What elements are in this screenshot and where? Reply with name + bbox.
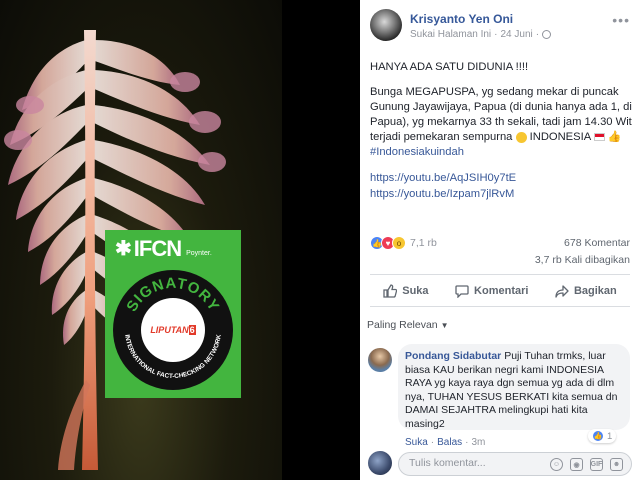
reactions-summary[interactable]: 👍 ♥ o 7,1 rb <box>370 236 437 250</box>
post-links: https://youtu.be/AqJSIH0y7tE https://you… <box>370 170 516 202</box>
share-button[interactable]: Bagikan <box>555 284 617 298</box>
current-user-avatar <box>368 451 392 475</box>
thumbs-up-emoji-icon: 👍 <box>607 131 622 143</box>
post-photo[interactable]: ✱ IFCN Poynter. SIGNATORY INTERNATIONAL … <box>0 0 282 480</box>
ifcn-star-icon: ✱ <box>115 238 132 260</box>
gif-icon[interactable]: GIF <box>590 458 603 471</box>
commenter-name[interactable]: Pondang Sidabutar <box>405 350 501 362</box>
reactions-count: 7,1 rb <box>410 237 437 249</box>
indonesia-flag-icon <box>593 133 605 142</box>
signatory-ring: SIGNATORY INTERNATIONAL FACT-CHECKING NE… <box>113 270 233 390</box>
like-icon <box>383 284 398 298</box>
divider <box>370 274 630 275</box>
comments-count[interactable]: 678 Komentar <box>564 237 630 249</box>
comment-like-link[interactable]: Suka <box>405 437 428 448</box>
post-date[interactable]: 24 Juni <box>501 29 533 40</box>
emoji-icon[interactable]: ☺ <box>550 458 563 471</box>
comment-reply-link[interactable]: Balas <box>437 437 462 448</box>
sticker-icon[interactable]: ☻ <box>610 458 623 471</box>
caret-down-icon: ▼ <box>440 321 449 330</box>
author-avatar[interactable] <box>370 9 402 41</box>
post-body-country: INDONESIA <box>529 131 591 143</box>
hashtag-link[interactable]: #Indonesiakuindah <box>370 146 464 158</box>
comment-time[interactable]: 3m <box>472 437 486 448</box>
comment-sort-dropdown[interactable]: Paling Relevan ▼ <box>367 319 448 331</box>
ifcn-brand: IFCN <box>133 236 182 261</box>
meta-separator: · <box>465 437 469 448</box>
liputan6-logo: LIPUTAN6 <box>141 298 205 362</box>
comment-sort-label: Paling Relevan <box>367 319 438 331</box>
meta-separator: · <box>430 437 435 448</box>
smile-emoji-icon <box>515 131 527 143</box>
share-label: Bagikan <box>573 285 617 297</box>
commenter-avatar[interactable] <box>368 348 392 372</box>
shares-count[interactable]: 3,7 rb Kali dibagikan <box>535 254 630 266</box>
logo-text: LIPUTAN <box>150 325 189 335</box>
post-actions-bar: Suka Komentari Bagikan <box>370 278 630 304</box>
comment-composer[interactable]: ☺ ◉ GIF ☻ <box>398 452 632 476</box>
ifcn-signatory-badge: ✱ IFCN Poynter. SIGNATORY INTERNATIONAL … <box>105 230 241 398</box>
meta-separator: · <box>494 29 498 40</box>
ifcn-header: ✱ IFCN Poynter. <box>115 238 212 260</box>
logo-number: 6 <box>188 325 196 335</box>
camera-icon[interactable]: ◉ <box>570 458 583 471</box>
post-body-text: Bunga MEGAPUSPA, yg sedang mekar di punc… <box>370 86 632 143</box>
comment-body: Pondang Sidabutar Puji Tuhan trmks, luar… <box>405 350 625 432</box>
share-icon <box>555 285 569 298</box>
poynter-label: Poynter. <box>186 249 212 257</box>
like-button[interactable]: Suka <box>383 284 429 298</box>
post-body: Bunga MEGAPUSPA, yg sedang mekar di punc… <box>370 85 632 160</box>
youtube-link-1[interactable]: https://youtu.be/AqJSIH0y7tE <box>370 170 516 186</box>
globe-icon <box>542 30 552 39</box>
comment-input[interactable] <box>409 457 539 469</box>
post-meta: Sukai Halaman Ini · 24 Juni · <box>410 29 552 40</box>
comment-meta: Suka · Balas · 3m <box>405 437 485 448</box>
wow-reaction-icon: o <box>392 236 406 250</box>
more-options-icon[interactable]: ••• <box>612 12 630 28</box>
like-reaction-icon: 👍 <box>592 430 604 442</box>
divider <box>370 306 630 307</box>
post-panel: Krisyanto Yen Oni Sukai Halaman Ini · 24… <box>360 0 640 480</box>
comment-reaction-badge[interactable]: 👍 1 <box>588 429 617 443</box>
comment-button[interactable]: Komentari <box>455 284 528 298</box>
like-page-link[interactable]: Sukai Halaman Ini <box>410 29 491 40</box>
composer-icons: ☺ ◉ GIF ☻ <box>550 458 623 471</box>
comment-reaction-count: 1 <box>607 430 613 442</box>
author-name[interactable]: Krisyanto Yen Oni <box>410 12 513 26</box>
youtube-link-2[interactable]: https://youtu.be/Izpam7jlRvM <box>370 186 516 202</box>
meta-separator: · <box>535 29 540 40</box>
comment-icon <box>455 285 469 298</box>
post-headline: HANYA ADA SATU DIDUNIA !!!! <box>370 61 529 73</box>
comment-label: Komentari <box>474 285 529 297</box>
like-label: Suka <box>402 285 429 297</box>
